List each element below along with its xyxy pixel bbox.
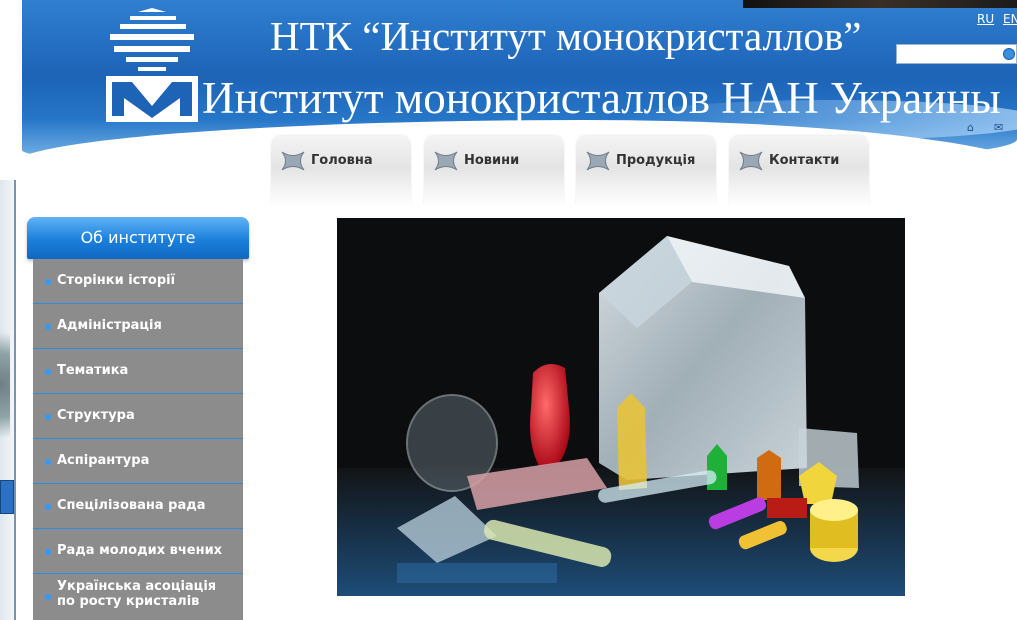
nav-tab-products[interactable]: Продукція — [576, 136, 716, 206]
page-title: НТК “Институт монокристаллов” — [270, 13, 862, 59]
search-icon[interactable] — [1003, 48, 1015, 60]
sidebar-heading-label: Об институте — [80, 228, 196, 247]
sidebar-item-label: Сторінки історії — [57, 273, 176, 288]
left-edge-fragment — [0, 170, 24, 620]
sidebar-item-label: Структура — [57, 408, 135, 423]
nav-label: Контакти — [769, 153, 840, 168]
lang-en-link[interactable]: EN — [1003, 12, 1017, 26]
sidebar-item-label: Адміністрація — [57, 318, 162, 333]
left-blue-tab — [0, 480, 14, 514]
bullet-icon — [45, 504, 51, 510]
sidebar-item-label: Українська асоціація по росту кристалів — [57, 579, 217, 609]
sidebar-item-postgraduate[interactable]: Аспірантура — [33, 439, 243, 484]
nav-label: Новини — [464, 153, 520, 168]
bullet-icon — [45, 549, 51, 555]
bullet-icon — [45, 324, 51, 330]
top-photo-strip — [743, 0, 1017, 8]
sidebar-item-label: Аспірантура — [57, 453, 150, 468]
sidebar-item-administration[interactable]: Адміністрація — [33, 304, 243, 349]
nav-label: Продукція — [616, 153, 696, 168]
bullet-icon — [45, 594, 51, 600]
nav-tab-news[interactable]: Новини — [424, 136, 564, 206]
nav-tab-home[interactable]: Головна — [271, 136, 411, 206]
bullet-icon — [45, 369, 51, 375]
sidebar-heading: Об институте — [27, 217, 249, 259]
sidebar-item-history[interactable]: Сторінки історії — [33, 259, 243, 304]
bullet-icon — [45, 414, 51, 420]
institute-logo[interactable] — [104, 6, 200, 124]
sidebar-menu: Сторінки історії Адміністрація Тематика … — [33, 259, 243, 620]
home-icon[interactable]: ⌂ — [967, 121, 974, 134]
lang-ru-link[interactable]: RU — [977, 12, 994, 26]
bullet-icon — [45, 459, 51, 465]
search-input[interactable] — [896, 44, 1017, 64]
sidebar-item-council[interactable]: Спецілізована рада — [33, 484, 243, 529]
star-x-icon — [739, 151, 763, 171]
nav-tab-contacts[interactable]: Контакти — [729, 136, 869, 206]
sidebar-item-structure[interactable]: Структура — [33, 394, 243, 439]
crystals-illustration — [337, 218, 905, 596]
bullet-icon — [45, 279, 51, 285]
sidebar-item-topics[interactable]: Тематика — [33, 349, 243, 394]
mail-icon[interactable]: ✉ — [994, 121, 1003, 134]
star-x-icon — [281, 151, 305, 171]
crystals-photo — [337, 218, 905, 596]
star-x-icon — [586, 151, 610, 171]
sidebar-item-label: Рада молодих вчених — [57, 543, 223, 558]
sidebar-item-label: Спецілізована рада — [57, 498, 206, 513]
sidebar-item-young-scientists[interactable]: Рада молодих вчених — [33, 529, 243, 574]
star-x-icon — [434, 151, 458, 171]
page-subtitle: Институт монокристаллов НАН Украины — [202, 73, 1001, 123]
sidebar-item-crystal-growth-association[interactable]: Українська асоціація по росту кристалів — [33, 574, 243, 620]
nav-label: Головна — [311, 153, 373, 168]
sidebar-item-label: Тематика — [57, 363, 129, 378]
left-decoration — [0, 315, 10, 455]
